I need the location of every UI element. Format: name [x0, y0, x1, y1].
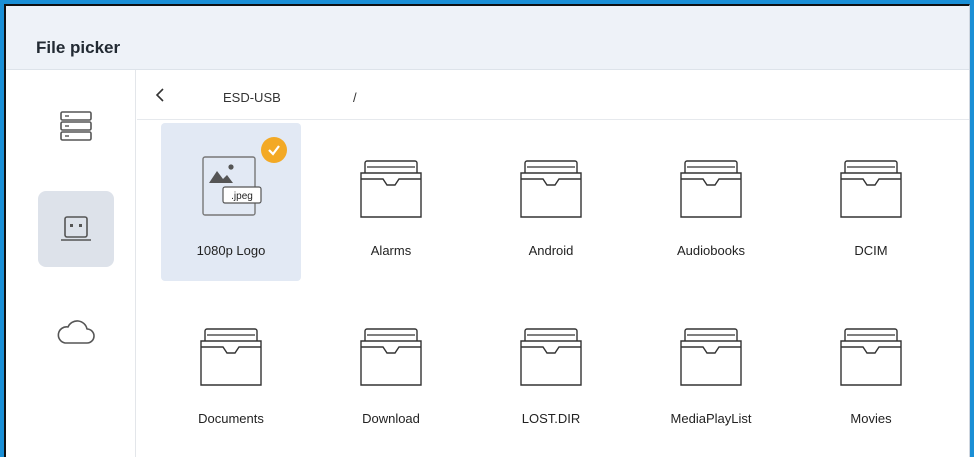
file-label: LOST.DIR [521, 411, 581, 426]
file-label: Documents [198, 411, 264, 426]
folder-icon [680, 160, 742, 218]
file-picker-window: File picker ESD-USB / .jpeg 1080p Logo A… [4, 4, 970, 457]
folder-item-dcim[interactable]: DCIM [801, 123, 941, 281]
folder-item-download[interactable]: Download [321, 291, 461, 449]
usb-drive-icon [61, 216, 91, 241]
breadcrumb-segment[interactable]: ESD-USB [223, 90, 281, 105]
folder-icon [520, 328, 582, 386]
file-label: 1080p Logo [196, 243, 266, 258]
file-label: MediaPlayList [670, 411, 752, 426]
file-label: Alarms [370, 243, 412, 258]
sidebar-item-cloud[interactable] [38, 294, 114, 370]
folder-icon [840, 160, 902, 218]
folder-item-audiobooks[interactable]: Audiobooks [641, 123, 781, 281]
folder-item-android[interactable]: Android [481, 123, 621, 281]
file-label: Download [362, 411, 420, 426]
folder-item-lost-dir[interactable]: LOST.DIR [481, 291, 621, 449]
selected-check-icon [261, 137, 287, 163]
file-label: DCIM [854, 243, 888, 258]
chevron-left-icon [155, 88, 164, 102]
folder-icon [520, 160, 582, 218]
file-label: Android [528, 243, 574, 258]
sidebar-item-usb[interactable] [38, 191, 114, 267]
folder-icon [840, 328, 902, 386]
storage-list-icon [60, 111, 92, 141]
folder-item-mediaplaylist[interactable]: MediaPlayList [641, 291, 781, 449]
folder-icon [200, 328, 262, 386]
file-item-1080p-logo[interactable]: .jpeg 1080p Logo [161, 123, 301, 281]
breadcrumb-separator: / [353, 90, 357, 105]
title-bar: File picker [6, 6, 969, 70]
folder-item-movies[interactable]: Movies [801, 291, 941, 449]
path-bar: ESD-USB / [137, 70, 969, 120]
folder-icon [360, 328, 422, 386]
cloud-icon [57, 320, 95, 344]
back-button[interactable] [153, 86, 169, 104]
file-extension-badge: .jpeg [231, 191, 253, 202]
folder-icon [680, 328, 742, 386]
window-title: File picker [36, 38, 121, 57]
file-label: Movies [850, 411, 892, 426]
sidebar-item-storage-list[interactable] [38, 88, 114, 164]
folder-item-documents[interactable]: Documents [161, 291, 301, 449]
file-grid: .jpeg 1080p Logo Alarms Android Audioboo… [137, 121, 969, 457]
folder-icon [360, 160, 422, 218]
sidebar [6, 70, 136, 457]
folder-item-alarms[interactable]: Alarms [321, 123, 461, 281]
image-file-icon: .jpeg [202, 156, 262, 216]
file-label: Audiobooks [677, 243, 745, 258]
